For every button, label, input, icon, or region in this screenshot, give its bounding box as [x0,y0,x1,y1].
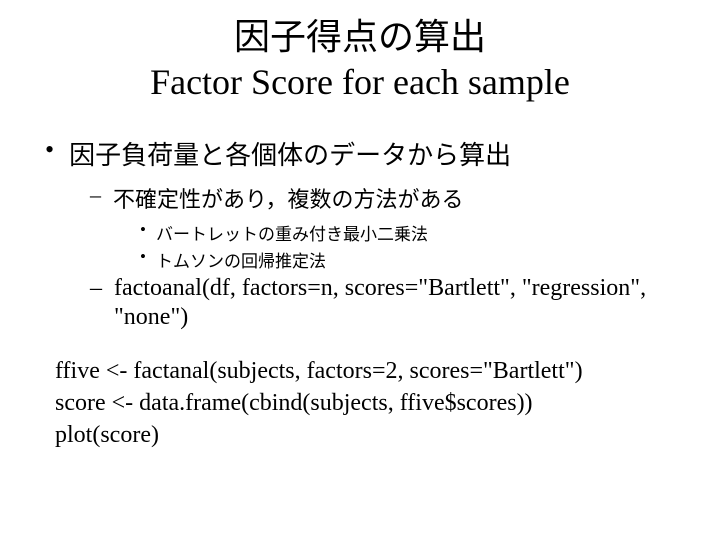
dash-marker: – [90,182,101,214]
code-block: ffive <- factanal(subjects, factors=2, s… [55,356,685,450]
bullet-text: トムソンの回帰推定法 [156,247,326,272]
bullet-level-2: – 不確定性があり，複数の方法がある [90,182,685,214]
bullet-level-3: • バートレットの重み付き最小二乗法 [140,220,685,245]
bullet-marker: • [140,247,146,272]
bullet-text: 不確定性があり，複数の方法がある [113,182,463,214]
code-line: ffive <- factanal(subjects, factors=2, s… [55,356,685,386]
bullet-level-1: • 因子負荷量と各個体のデータから算出 [45,135,685,172]
dash-marker: – [90,274,102,332]
slide-title: 因子得点の算出 Factor Score for each sample [35,15,685,105]
bullet-marker: • [140,220,146,245]
title-line-1: 因子得点の算出 [234,17,486,57]
bullet-level-2-code: – factoanal(df, factors=n, scores="Bartl… [90,274,685,332]
title-line-2: Factor Score for each sample [150,62,570,102]
bullet-text: 因子負荷量と各個体のデータから算出 [69,135,511,172]
bullet-level-3: • トムソンの回帰推定法 [140,247,685,272]
code-line: score <- data.frame(cbind(subjects, ffiv… [55,388,685,418]
bullet-marker: • [45,135,54,172]
code-line: plot(score) [55,420,685,450]
bullet-text: バートレットの重み付き最小二乗法 [156,220,428,245]
bullet-text: factoanal(df, factors=n, scores="Bartlet… [114,274,685,332]
